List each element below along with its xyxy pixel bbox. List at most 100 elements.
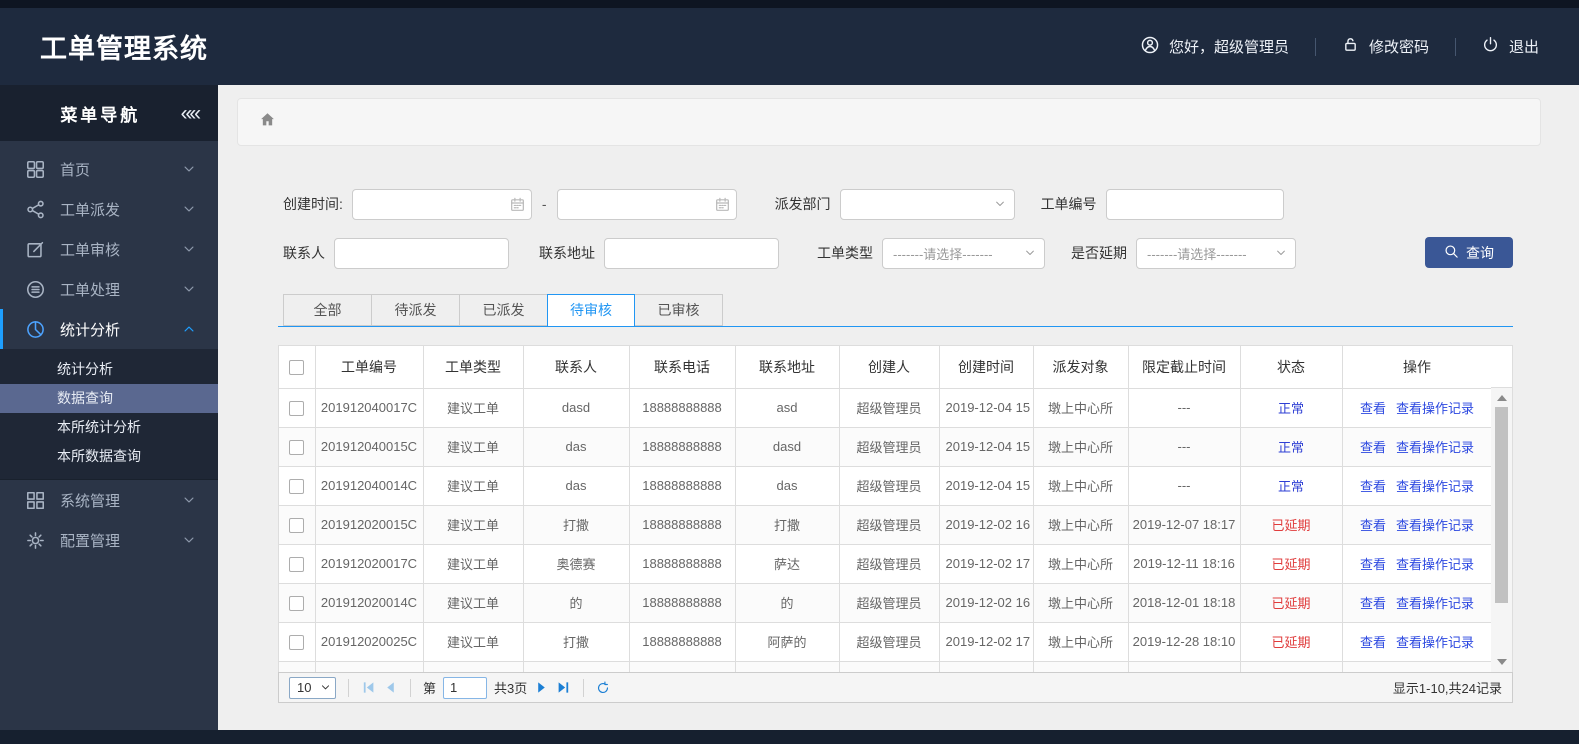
cell-order-type: 建议工单 [423, 427, 524, 467]
row-checkbox[interactable] [289, 400, 305, 416]
chevron-down-icon [182, 242, 196, 256]
cell-deadline: --- [1128, 466, 1241, 506]
sidebar-item-统计分析[interactable]: 统计分析 [0, 309, 218, 349]
order-type-select[interactable]: -------请选择------- [882, 237, 1045, 269]
action-link-查看[interactable]: 查看 [1360, 518, 1386, 533]
action-link-查看[interactable]: 查看 [1360, 401, 1386, 416]
cell-creator: 超级管理员 [839, 544, 940, 584]
page-size-value: 10 [297, 680, 312, 695]
action-link-查看[interactable]: 查看 [1360, 596, 1386, 611]
action-link-查看[interactable]: 查看 [1360, 557, 1386, 572]
order-no-input[interactable] [1105, 188, 1284, 220]
sidebar-subitem-统计分析[interactable]: 统计分析 [0, 355, 218, 384]
row-checkbox[interactable] [289, 517, 305, 533]
cell-deadline: --- [1128, 427, 1241, 467]
select-all-checkbox[interactable] [289, 360, 305, 376]
tab-待派发[interactable]: 待派发 [371, 294, 459, 326]
scroll-down-icon[interactable] [1491, 655, 1512, 669]
action-link-查看[interactable]: 查看 [1360, 635, 1386, 650]
tab-已派发[interactable]: 已派发 [459, 294, 547, 326]
next-page-button[interactable] [534, 680, 549, 695]
dashboard-icon [26, 160, 45, 179]
tab-待审核[interactable]: 待审核 [547, 294, 635, 327]
cell-created: 2019-12-02 17 [939, 622, 1034, 662]
table-row-partial [279, 661, 1491, 672]
create-time-start-input[interactable] [351, 188, 532, 220]
cell-order-type: 建议工单 [423, 388, 524, 428]
row-checkbox[interactable] [289, 634, 305, 650]
cell-phone: 18888888888 [629, 427, 736, 467]
row-checkbox[interactable] [289, 478, 305, 494]
last-page-button[interactable] [556, 680, 571, 695]
filter-row-1: 创建时间: - 派发部门 工单编号 [283, 188, 1284, 220]
scrollbar-thumb[interactable] [1495, 407, 1508, 603]
tab-已审核[interactable]: 已审核 [635, 294, 723, 326]
sidebar-submenu: 统计分析 数据查询 本所统计分析 本所数据查询 [0, 349, 218, 480]
action-link-查看操作记录[interactable]: 查看操作记录 [1396, 518, 1474, 533]
action-link-查看操作记录[interactable]: 查看操作记录 [1396, 440, 1474, 455]
tab-全部[interactable]: 全部 [283, 294, 371, 326]
scroll-up-icon[interactable] [1491, 391, 1512, 405]
column-header: 限定截止时间 [1128, 346, 1241, 389]
record-summary: 显示1-10,共24记录 [1392, 681, 1502, 696]
column-header: 创建时间 [939, 346, 1034, 389]
logout-button[interactable]: 退出 [1482, 36, 1539, 57]
cell-status: 已延期 [1240, 583, 1343, 623]
dispatch-dept-select[interactable] [839, 188, 1015, 220]
sidebar-item-工单派发[interactable]: 工单派发 [0, 189, 218, 229]
action-link-查看操作记录[interactable]: 查看操作记录 [1396, 479, 1474, 494]
action-link-查看[interactable]: 查看 [1360, 479, 1386, 494]
page-size-select[interactable]: 10 [289, 676, 336, 699]
action-link-查看操作记录[interactable]: 查看操作记录 [1396, 557, 1474, 572]
table-scrollbar [1491, 345, 1513, 672]
row-checkbox[interactable] [289, 556, 305, 572]
select-all-header [279, 346, 316, 389]
total-pages-label: 共3页 [494, 681, 528, 696]
sidebar-subitem-本所数据查询[interactable]: 本所数据查询 [0, 442, 218, 471]
refresh-button[interactable] [596, 680, 610, 695]
home-icon[interactable] [259, 111, 276, 133]
scrollbar-track[interactable] [1491, 388, 1513, 672]
row-checkbox[interactable] [289, 595, 305, 611]
column-header: 工单编号 [315, 346, 424, 389]
cell-address: asd [735, 388, 840, 428]
cell-created: 2019-12-04 15 [939, 388, 1034, 428]
sidebar-item-label: 工单审核 [60, 241, 121, 259]
action-link-查看[interactable]: 查看 [1360, 440, 1386, 455]
sidebar-subitem-数据查询[interactable]: 数据查询 [0, 384, 218, 413]
cell-actions: 查看 查看操作记录 [1342, 466, 1491, 506]
page-number-input[interactable] [443, 676, 488, 699]
first-page-button[interactable] [361, 680, 376, 695]
row-checkbox[interactable] [289, 439, 305, 455]
sidebar-item-工单处理[interactable]: 工单处理 [0, 269, 218, 309]
sidebar-item-系统管理[interactable]: 系统管理 [0, 480, 218, 520]
contact-input[interactable] [334, 237, 509, 269]
sidebar-collapse-icon[interactable]: «« [181, 103, 201, 124]
prev-page-button[interactable] [383, 680, 398, 695]
search-icon [1444, 244, 1459, 262]
sidebar-item-工单审核[interactable]: 工单审核 [0, 229, 218, 269]
address-label: 联系地址 [539, 245, 595, 261]
action-link-查看操作记录[interactable]: 查看操作记录 [1396, 635, 1474, 650]
search-button[interactable]: 查询 [1425, 237, 1513, 268]
sidebar-subitem-本所统计分析[interactable]: 本所统计分析 [0, 413, 218, 442]
sidebar-item-首页[interactable]: 首页 [0, 149, 218, 189]
table-row: 201912020014C 建议工单的 18888888888 的超级管理员 2019-… [279, 583, 1491, 623]
delay-select[interactable]: -------请选择------- [1136, 237, 1296, 269]
cell-contact: 打撒 [523, 622, 630, 662]
change-password-button[interactable]: 修改密码 [1342, 36, 1429, 57]
action-link-查看操作记录[interactable]: 查看操作记录 [1396, 401, 1474, 416]
calendar-icon[interactable] [715, 197, 730, 212]
create-time-end-field [556, 188, 737, 220]
create-time-end-input[interactable] [556, 188, 737, 220]
sidebar-item-配置管理[interactable]: 配置管理 [0, 520, 218, 560]
cell-created: 2019-12-02 17 [939, 544, 1034, 584]
calendar-icon[interactable] [510, 197, 525, 212]
user-greeting[interactable]: 您好，超级管理员 [1141, 36, 1289, 58]
top-strip [0, 0, 1579, 8]
cell-status: 已延期 [1240, 622, 1343, 662]
cell-phone: 18888888888 [629, 466, 736, 506]
action-link-查看操作记录[interactable]: 查看操作记录 [1396, 596, 1474, 611]
cell-contact: 奥德赛 [523, 544, 630, 584]
address-input[interactable] [604, 237, 779, 269]
